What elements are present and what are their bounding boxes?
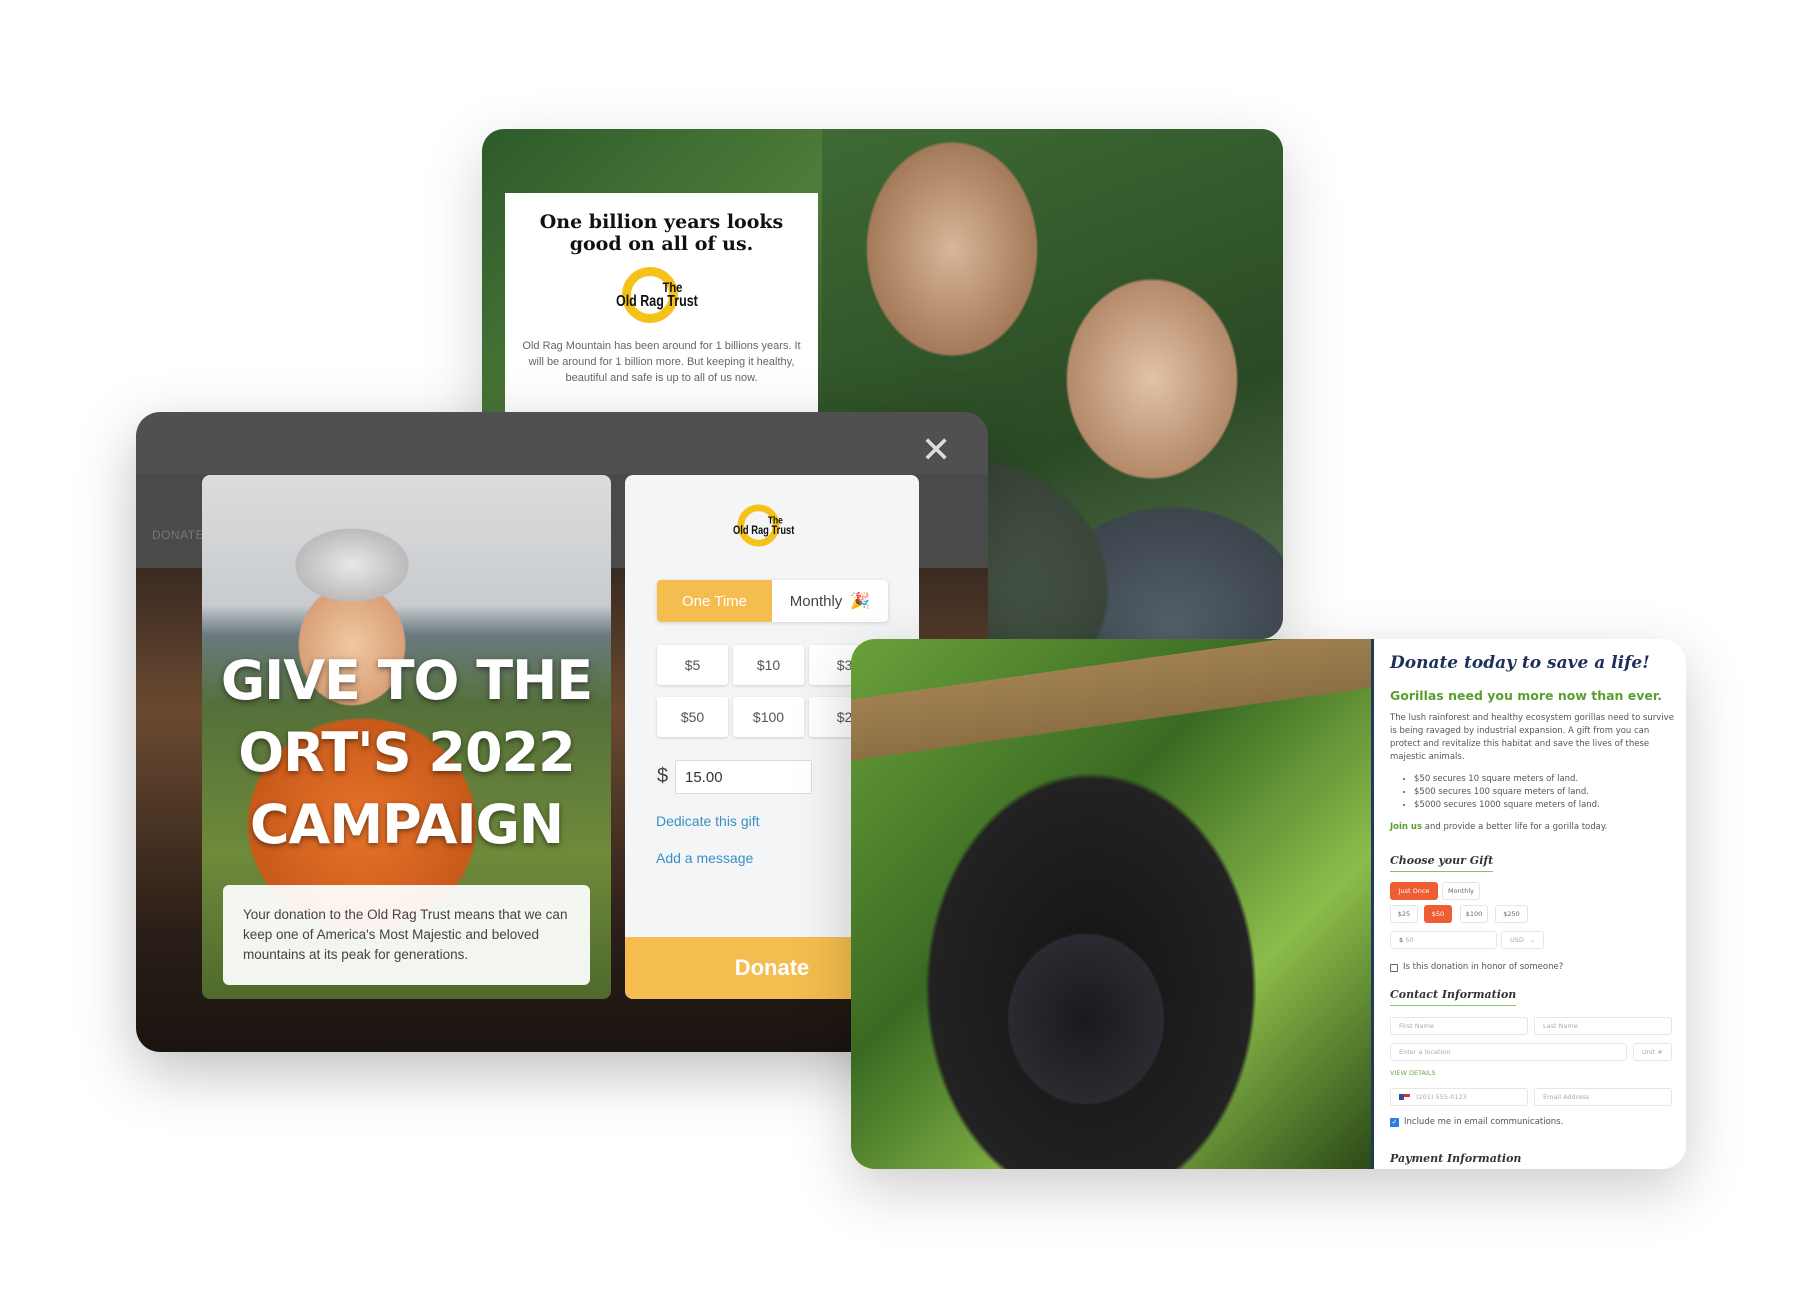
- email-field[interactable]: Email Address: [1534, 1088, 1672, 1106]
- gift-amount-input[interactable]: $ 50: [1390, 931, 1497, 949]
- email-opt-in-row[interactable]: ✓ Include me in email communications.: [1390, 1116, 1563, 1129]
- one-time-tab[interactable]: One Time: [657, 580, 772, 622]
- add-message-link[interactable]: Add a message: [656, 850, 753, 866]
- amount-5-button[interactable]: $5: [657, 645, 728, 685]
- location-field[interactable]: Enter a location: [1390, 1043, 1627, 1061]
- top-text-panel: One billion years looks good on all of u…: [505, 193, 818, 412]
- party-popper-icon: 🎉: [850, 593, 871, 610]
- amount-25-button[interactable]: $25: [1390, 905, 1418, 923]
- campaign-title: GIVE TO THE ORT'S 2022 CAMPAIGN: [220, 649, 593, 856]
- frequency-toggle: One Time Monthly 🎉: [657, 580, 888, 622]
- choose-gift-heading: Choose your Gift: [1390, 854, 1494, 872]
- currency-symbol: $: [657, 765, 669, 787]
- amount-10-button[interactable]: $10: [733, 645, 804, 685]
- just-once-button[interactable]: Just Once: [1390, 882, 1438, 900]
- monthly-button[interactable]: Monthly: [1442, 882, 1480, 900]
- join-text: Join us and provide a better life for a …: [1390, 822, 1608, 832]
- nav-donate[interactable]: DONATE: [152, 528, 204, 542]
- phone-field[interactable]: (201) 555-0123: [1390, 1088, 1528, 1106]
- amount-50-button[interactable]: $50: [657, 697, 728, 737]
- top-title: One billion years looks good on all of u…: [539, 211, 784, 255]
- currency-select[interactable]: USD ⌄: [1501, 931, 1544, 949]
- gorilla-bullets: $50 secures 10 square meters of land.$50…: [1404, 773, 1600, 812]
- gorilla-title: Donate today to save a life!: [1390, 653, 1650, 673]
- contact-heading: Contact Information: [1390, 988, 1517, 1006]
- payment-heading: Payment Information: [1390, 1152, 1522, 1165]
- gorilla-photo: [851, 639, 1371, 1169]
- unit-field[interactable]: Unit #: [1633, 1043, 1672, 1061]
- us-flag-icon: [1399, 1094, 1410, 1100]
- join-us-link[interactable]: Join us: [1390, 822, 1422, 832]
- email-opt-in-checkbox[interactable]: ✓: [1390, 1118, 1399, 1127]
- gorilla-subtitle: Gorillas need you more now than ever.: [1390, 688, 1663, 703]
- campaign-caption: Your donation to the Old Rag Trust means…: [223, 885, 590, 985]
- first-name-field[interactable]: First Name: [1390, 1017, 1528, 1035]
- amount-100-button[interactable]: $100: [1460, 905, 1488, 923]
- old-rag-trust-logo: The Old Rag Trust: [616, 265, 708, 325]
- gorilla-intro: The lush rainforest and healthy ecosyste…: [1390, 713, 1674, 762]
- chevron-down-icon: ⌄: [1529, 936, 1536, 944]
- gorilla-donation-card: Donate today to save a life! Gorillas ne…: [851, 639, 1686, 1169]
- campaign-photo: GIVE TO THE ORT'S 2022 CAMPAIGN Your donat…: [202, 475, 611, 999]
- amount-input[interactable]: [675, 760, 812, 794]
- dedicate-gift-link[interactable]: Dedicate this gift: [656, 813, 760, 829]
- close-icon[interactable]: ✕: [921, 432, 951, 468]
- top-body-text: Old Rag Mountain has been around for 1 b…: [522, 340, 801, 384]
- view-details-link[interactable]: VIEW DETAILS: [1390, 1067, 1436, 1080]
- amount-250-button[interactable]: $250: [1495, 905, 1528, 923]
- amount-100-button[interactable]: $100: [733, 697, 804, 737]
- monthly-tab[interactable]: Monthly 🎉: [772, 580, 888, 622]
- amount-50-button[interactable]: $50: [1424, 905, 1452, 923]
- honor-checkbox-row[interactable]: Is this donation in honor of someone?: [1390, 961, 1563, 974]
- old-rag-trust-logo: The Old Rag Trust: [733, 503, 802, 548]
- last-name-field[interactable]: Last Name: [1534, 1017, 1672, 1035]
- gorilla-form-panel: Donate today to save a life! Gorillas ne…: [1374, 639, 1686, 1169]
- honor-checkbox[interactable]: [1390, 963, 1398, 972]
